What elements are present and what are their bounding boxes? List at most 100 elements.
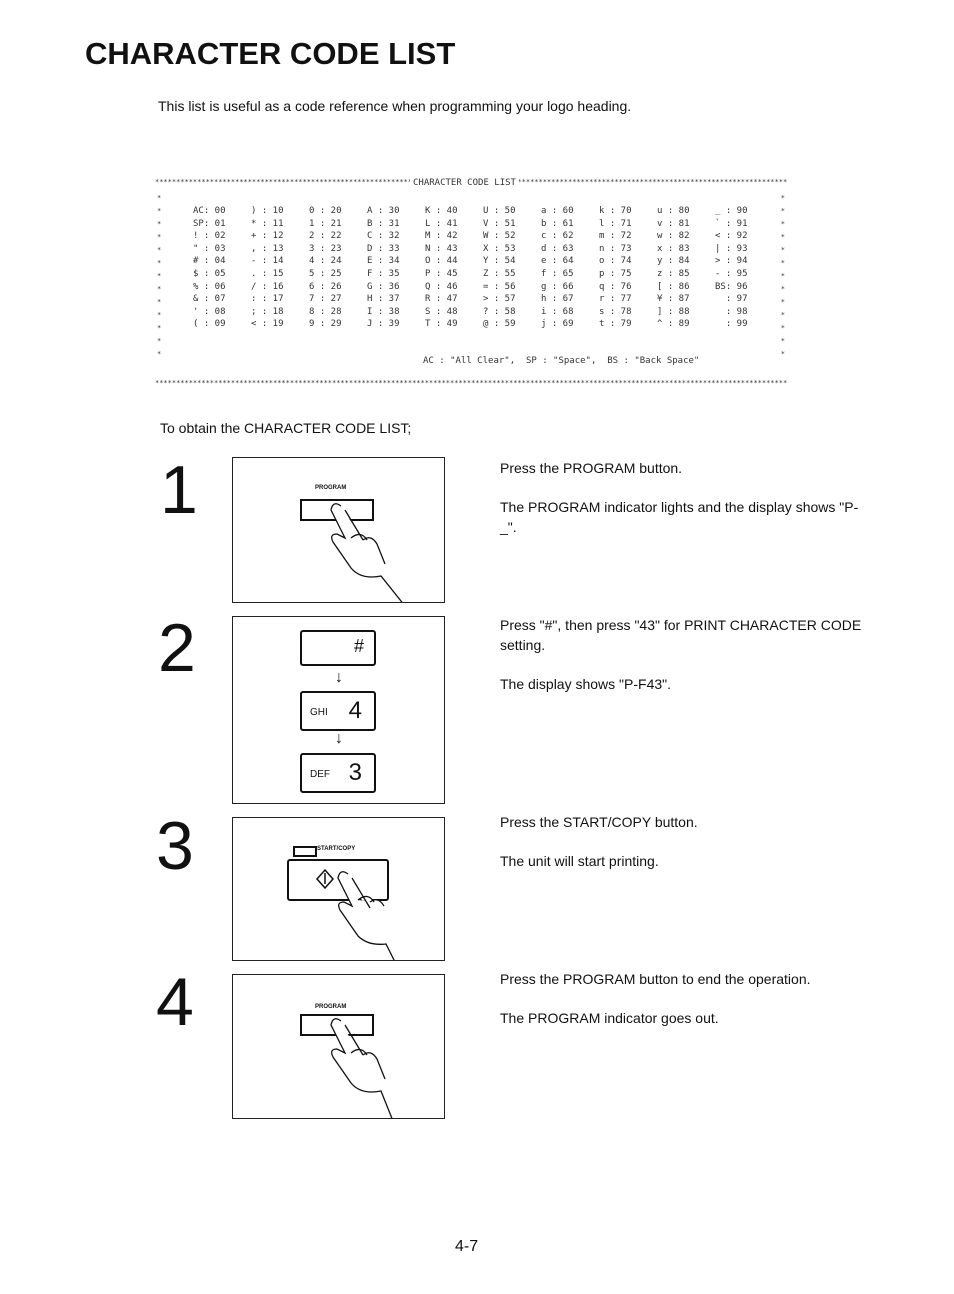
code-entry: C : 32 xyxy=(367,231,400,242)
hand-pressing-start-button-icon xyxy=(287,859,395,960)
key-4: GHI 4 xyxy=(300,691,376,731)
code-entry: 8 : 28 xyxy=(309,306,342,317)
code-entry: I : 38 xyxy=(367,306,400,317)
code-list-header: CHARACTER CODE LIST xyxy=(410,178,519,188)
code-entry: L : 41 xyxy=(425,218,458,229)
code-entry: ) : 10 xyxy=(251,206,284,216)
border-star: * xyxy=(780,298,785,306)
step-number: 1 xyxy=(160,452,198,528)
code-entry: J : 39 xyxy=(367,319,400,330)
code-entry: : 97 xyxy=(715,294,748,305)
page-number: 4-7 xyxy=(455,1238,479,1255)
code-entry: P : 45 xyxy=(425,268,458,279)
code-entry: = : 56 xyxy=(483,281,516,292)
arrow-down-icon: ↓ xyxy=(335,730,343,747)
code-entry: Z : 55 xyxy=(483,268,516,279)
code-entry: U : 50 xyxy=(483,206,516,216)
step-text: Press the PROGRAM button to end the oper… xyxy=(500,971,811,987)
code-entry: | : 93 xyxy=(715,243,748,254)
code-entry: Y : 54 xyxy=(483,256,516,267)
code-entry: BS: 96 xyxy=(715,281,748,292)
border-star: * xyxy=(157,350,162,358)
border-star: * xyxy=(780,311,785,319)
code-entry: D : 33 xyxy=(367,243,400,254)
code-entry: O : 44 xyxy=(425,256,458,267)
step-text: The PROGRAM indicator lights and the dis… xyxy=(500,499,859,535)
border-star: * xyxy=(780,246,785,254)
code-entry: : 98 xyxy=(715,306,748,317)
code-entry: + : 12 xyxy=(251,231,284,242)
code-entry: F : 35 xyxy=(367,268,400,279)
code-entry: e : 64 xyxy=(541,256,574,267)
page-title: CHARACTER CODE LIST xyxy=(85,36,456,71)
code-entry: m : 72 xyxy=(599,231,632,242)
code-entry: ( : 09 xyxy=(193,319,226,330)
manual-page: CHARACTER CODE LIST This list is useful … xyxy=(0,0,954,1294)
step-text: The unit will start printing. xyxy=(500,853,659,869)
code-entry: 3 : 23 xyxy=(309,243,342,254)
code-entry: k : 70 xyxy=(599,206,632,216)
border-star: * xyxy=(157,246,162,254)
code-entry: * : 11 xyxy=(251,218,284,229)
code-entry: 5 : 25 xyxy=(309,268,342,279)
code-legend: AC : "All Clear", SP : "Space", BS : "Ba… xyxy=(423,356,700,366)
code-entry: # : 04 xyxy=(193,256,226,267)
code-entry: S : 48 xyxy=(425,306,458,317)
code-entry: Q : 46 xyxy=(425,281,458,292)
step-text: The PROGRAM indicator goes out. xyxy=(500,1010,719,1026)
border-star: * xyxy=(780,207,785,215)
code-entry: 7 : 27 xyxy=(309,294,342,305)
code-entry: w : 82 xyxy=(657,231,690,242)
code-entry: , : 13 xyxy=(251,243,284,254)
border-star: * xyxy=(780,324,785,332)
code-entry: f : 65 xyxy=(541,268,574,279)
code-entry: j : 69 xyxy=(541,319,574,330)
code-entry: / : 16 xyxy=(251,281,284,292)
step-1-illustration: PROGRAM xyxy=(232,457,445,603)
border-star: * xyxy=(157,259,162,267)
code-entry: R : 47 xyxy=(425,294,458,305)
code-entry: ; : 18 xyxy=(251,306,284,317)
border-star: * xyxy=(157,233,162,241)
code-entry: h : 67 xyxy=(541,294,574,305)
hand-pressing-button-icon xyxy=(300,1014,393,1118)
code-entry: o : 74 xyxy=(599,256,632,267)
code-entry: > : 57 xyxy=(483,294,516,305)
step-number: 2 xyxy=(158,610,196,686)
code-entry: d : 63 xyxy=(541,243,574,254)
border-star: * xyxy=(157,220,162,228)
step-1-description: Press the PROGRAM button. The PROGRAM in… xyxy=(500,458,870,556)
step-2-description: Press "#", then press "43" for PRINT CHA… xyxy=(500,615,870,713)
code-entry: $ : 05 xyxy=(193,268,226,279)
border-star: * xyxy=(780,337,785,345)
code-entry: r : 77 xyxy=(599,294,632,305)
code-entry: < : 92 xyxy=(715,231,748,242)
character-code-list: ****************************************… xyxy=(155,176,787,390)
code-entry: > : 94 xyxy=(715,256,748,267)
code-entry: V : 51 xyxy=(483,218,516,229)
border-star: * xyxy=(157,272,162,280)
code-entry: H : 37 xyxy=(367,294,400,305)
code-entry: s : 78 xyxy=(599,306,632,317)
step-3-illustration: START/COPY xyxy=(232,817,445,961)
border-star: * xyxy=(157,311,162,319)
code-entry: g : 66 xyxy=(541,281,574,292)
code-entry: 4 : 24 xyxy=(309,256,342,267)
code-entry: y : 84 xyxy=(657,256,690,267)
border-star: * xyxy=(157,285,162,293)
border-star: * xyxy=(157,324,162,332)
code-entry: W : 52 xyxy=(483,231,516,242)
step-3-description: Press the START/COPY button. The unit wi… xyxy=(500,812,870,890)
code-entry: SP: 01 xyxy=(193,218,226,229)
code-entry: B : 31 xyxy=(367,218,400,229)
border-star: * xyxy=(780,220,785,228)
code-entry: % : 06 xyxy=(193,281,226,292)
step-text: Press "#", then press "43" for PRINT CHA… xyxy=(500,617,862,653)
hand-pressing-button-icon xyxy=(300,499,403,602)
key-hash: # xyxy=(300,630,376,666)
code-entry: ] : 88 xyxy=(657,306,690,317)
code-entry: p : 75 xyxy=(599,268,632,279)
code-entry: ' : 08 xyxy=(193,306,226,317)
code-entry: G : 36 xyxy=(367,281,400,292)
step-number: 3 xyxy=(156,808,194,884)
